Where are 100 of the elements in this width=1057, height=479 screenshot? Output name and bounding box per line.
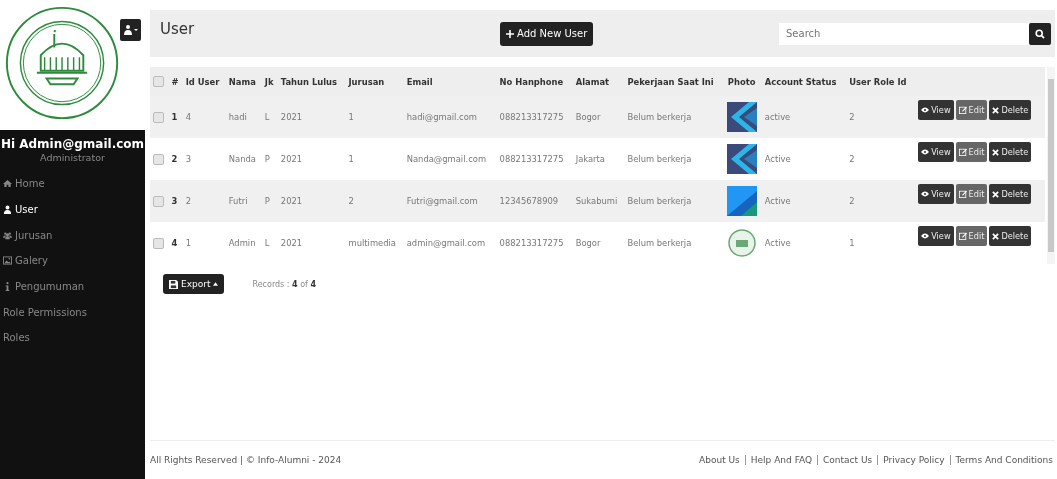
sidebar-item[interactable]: User (0, 196, 145, 223)
table-cell: 088213317275 (496, 138, 573, 180)
table-cell: 2 (846, 138, 916, 180)
table-cell: Jakarta (572, 138, 625, 180)
table-cell: Belum berkerja (624, 138, 725, 180)
eye-icon (921, 107, 930, 113)
scrollbar[interactable] (1047, 67, 1055, 264)
column-header: Nama (225, 67, 262, 96)
sidebar-item[interactable]: Roles (0, 325, 145, 351)
table-cell: 2 (182, 180, 226, 222)
footer-link[interactable]: Help And FAQ (744, 455, 818, 465)
table-cell: 2021 (277, 138, 346, 180)
user-greeting: Hi Admin@gmail.com (0, 136, 145, 151)
search-field[interactable]: Search (779, 22, 1029, 45)
table-cell: 2 (345, 180, 404, 222)
table-cell: Bogor (572, 96, 625, 138)
user-menu-button[interactable] (120, 19, 141, 41)
user-icon (123, 25, 138, 35)
table-cell: Nanda@gmail.com (403, 138, 497, 180)
sidebar-item[interactable]: Pengumuman (0, 273, 145, 300)
row-checkbox[interactable] (153, 195, 164, 207)
edit-button[interactable]: Edit (955, 184, 988, 204)
table-cell: multimedia (345, 222, 404, 264)
image-icon (3, 256, 12, 266)
plus-icon (506, 29, 514, 38)
sidebar-item[interactable]: Galery (0, 248, 145, 274)
export-button[interactable]: Export (163, 274, 225, 294)
table-cell: Bogor (572, 222, 625, 264)
close-icon (992, 148, 1000, 156)
table-cell: 2 (846, 96, 916, 138)
table-cell: 2021 (277, 180, 346, 222)
sidebar-item[interactable]: Jurusan (0, 222, 145, 249)
table-cell: Active (761, 180, 847, 222)
table-cell: L (261, 222, 278, 264)
records-count: Records : 4 of 4 (252, 279, 316, 289)
view-button[interactable]: View (918, 142, 954, 162)
delete-button[interactable]: Delete (989, 100, 1032, 120)
footer-link[interactable]: Privacy Policy (877, 455, 950, 465)
column-header: Email (403, 67, 497, 96)
eye-icon (921, 233, 930, 239)
table-cell: 088213317275 (496, 96, 573, 138)
table-cell: Futri (225, 180, 262, 222)
table-cell: 088213317275 (496, 222, 573, 264)
table-cell: Belum berkerja (624, 222, 725, 264)
users-icon (3, 230, 12, 240)
edit-button[interactable]: Edit (955, 142, 988, 162)
table-cell: 4 (168, 222, 183, 264)
table-cell: Futri@gmail.com (403, 180, 497, 222)
column-header: Id User (182, 67, 226, 96)
column-header: Account Status (761, 67, 847, 96)
delete-button[interactable]: Delete (989, 184, 1032, 204)
table-cell: 1 (846, 222, 916, 264)
page-title: User (160, 20, 196, 38)
table-cell: 1 (182, 222, 226, 264)
table-cell: Active (761, 222, 847, 264)
column-header: Pekerjaan Saat Ini (624, 67, 725, 96)
edit-button[interactable]: Edit (955, 226, 988, 246)
table-cell: 3 (168, 180, 183, 222)
delete-button[interactable]: Delete (989, 226, 1032, 246)
search-icon (1035, 28, 1045, 39)
footer-link[interactable]: Contact Us (817, 455, 878, 465)
column-header: Tahun Lulus (277, 67, 346, 96)
table-cell: 4 (182, 96, 226, 138)
table-cell: 1 (168, 96, 183, 138)
view-button[interactable]: View (918, 100, 954, 120)
close-icon (992, 190, 1000, 198)
row-checkbox[interactable] (153, 237, 164, 249)
view-button[interactable]: View (918, 226, 954, 246)
table-cell: 2021 (277, 96, 346, 138)
sidebar-item[interactable]: Role Permissions (0, 299, 145, 326)
table-cell: active (761, 96, 847, 138)
delete-button[interactable]: Delete (989, 142, 1032, 162)
table-cell: Sukabumi (572, 180, 625, 222)
edit-button[interactable]: Edit (955, 100, 988, 120)
eye-icon (921, 191, 930, 197)
row-checkbox[interactable] (153, 153, 164, 165)
edit-icon (958, 106, 967, 114)
table-cell: P (261, 138, 278, 180)
column-header: User Role Id (846, 67, 916, 96)
table-cell: admin@gmail.com (403, 222, 497, 264)
select-all-checkbox[interactable] (153, 76, 164, 87)
add-user-button[interactable]: Add New User (500, 21, 594, 46)
table-cell: 2021 (277, 222, 346, 264)
table-cell: hadi@gmail.com (403, 96, 497, 138)
edit-icon (958, 232, 967, 240)
table-cell: Admin (225, 222, 262, 264)
table-cell: 3 (182, 138, 226, 180)
table-cell: 1 (345, 96, 404, 138)
footer-link[interactable]: About Us (694, 455, 745, 465)
table-cell: Nanda (225, 138, 262, 180)
footer-link[interactable]: Terms And Conditions (949, 455, 1053, 465)
table-cell: Belum berkerja (624, 96, 725, 138)
user-icon (3, 205, 12, 215)
edit-icon (958, 190, 967, 198)
table-cell: 2 (846, 180, 916, 222)
row-checkbox[interactable] (153, 111, 164, 123)
view-button[interactable]: View (918, 184, 954, 204)
sidebar-item[interactable]: Home (0, 171, 145, 197)
table-cell: Active (761, 138, 847, 180)
search-button[interactable] (1029, 22, 1051, 45)
